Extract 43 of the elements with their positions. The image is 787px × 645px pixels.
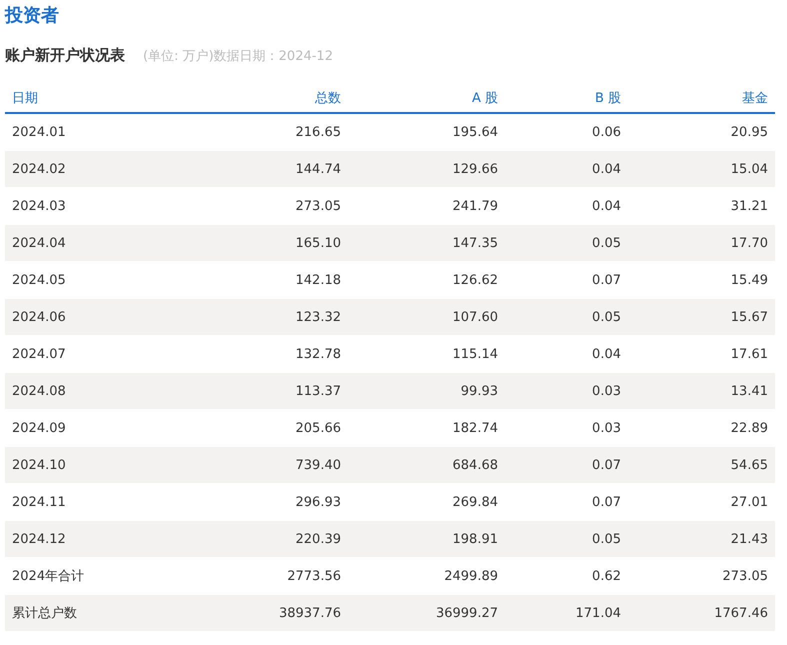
table-cell: 15.04 (628, 150, 775, 188)
table-cell: 739.40 (195, 446, 348, 484)
table-cell: 144.74 (195, 150, 348, 188)
table-cell: 21.43 (628, 520, 775, 558)
table-cell: 2024.12 (5, 520, 195, 558)
table-cell: 0.04 (505, 150, 628, 188)
table-cell: 0.03 (505, 372, 628, 410)
table-cell: 36999.27 (348, 594, 505, 632)
table-cell: 2024.04 (5, 224, 195, 262)
table-cell: 1767.46 (628, 594, 775, 632)
column-header: 基金 (628, 84, 775, 113)
table-cell: 99.93 (348, 372, 505, 410)
column-header: 总数 (195, 84, 348, 113)
table-cell: 165.10 (195, 224, 348, 262)
table-cell: 0.05 (505, 298, 628, 336)
table-cell: 54.65 (628, 446, 775, 484)
table-cell: 198.91 (348, 520, 505, 558)
table-cell: 2024.06 (5, 298, 195, 336)
table-cell: 13.41 (628, 372, 775, 410)
column-header: 日期 (5, 84, 195, 113)
table-cell: 113.37 (195, 372, 348, 410)
table-cell: 17.70 (628, 224, 775, 262)
table-cell: 171.04 (505, 594, 628, 632)
column-header: A 股 (348, 84, 505, 113)
table-note: (单位: 万户)数据日期：2024-12 (143, 48, 333, 65)
table-cell: 2024.08 (5, 372, 195, 410)
table-cell: 2024.02 (5, 150, 195, 188)
table-cell: 0.07 (505, 446, 628, 484)
table-cell: 0.05 (505, 520, 628, 558)
table-cell: 147.35 (348, 224, 505, 262)
table-cell: 220.39 (195, 520, 348, 558)
table-cell: 2024.10 (5, 446, 195, 484)
table-cell: 107.60 (348, 298, 505, 336)
table-cell: 0.05 (505, 224, 628, 262)
table-cell: 累计总户数 (5, 594, 195, 632)
table-cell: 129.66 (348, 150, 505, 188)
page-title: 投资者 (5, 4, 60, 28)
table-cell: 15.67 (628, 298, 775, 336)
table-cell: 684.68 (348, 446, 505, 484)
table-title: 账户新开户状况表 (5, 46, 125, 65)
table-cell: 123.32 (195, 298, 348, 336)
table-cell: 38937.76 (195, 594, 348, 632)
column-header: B 股 (505, 84, 628, 113)
